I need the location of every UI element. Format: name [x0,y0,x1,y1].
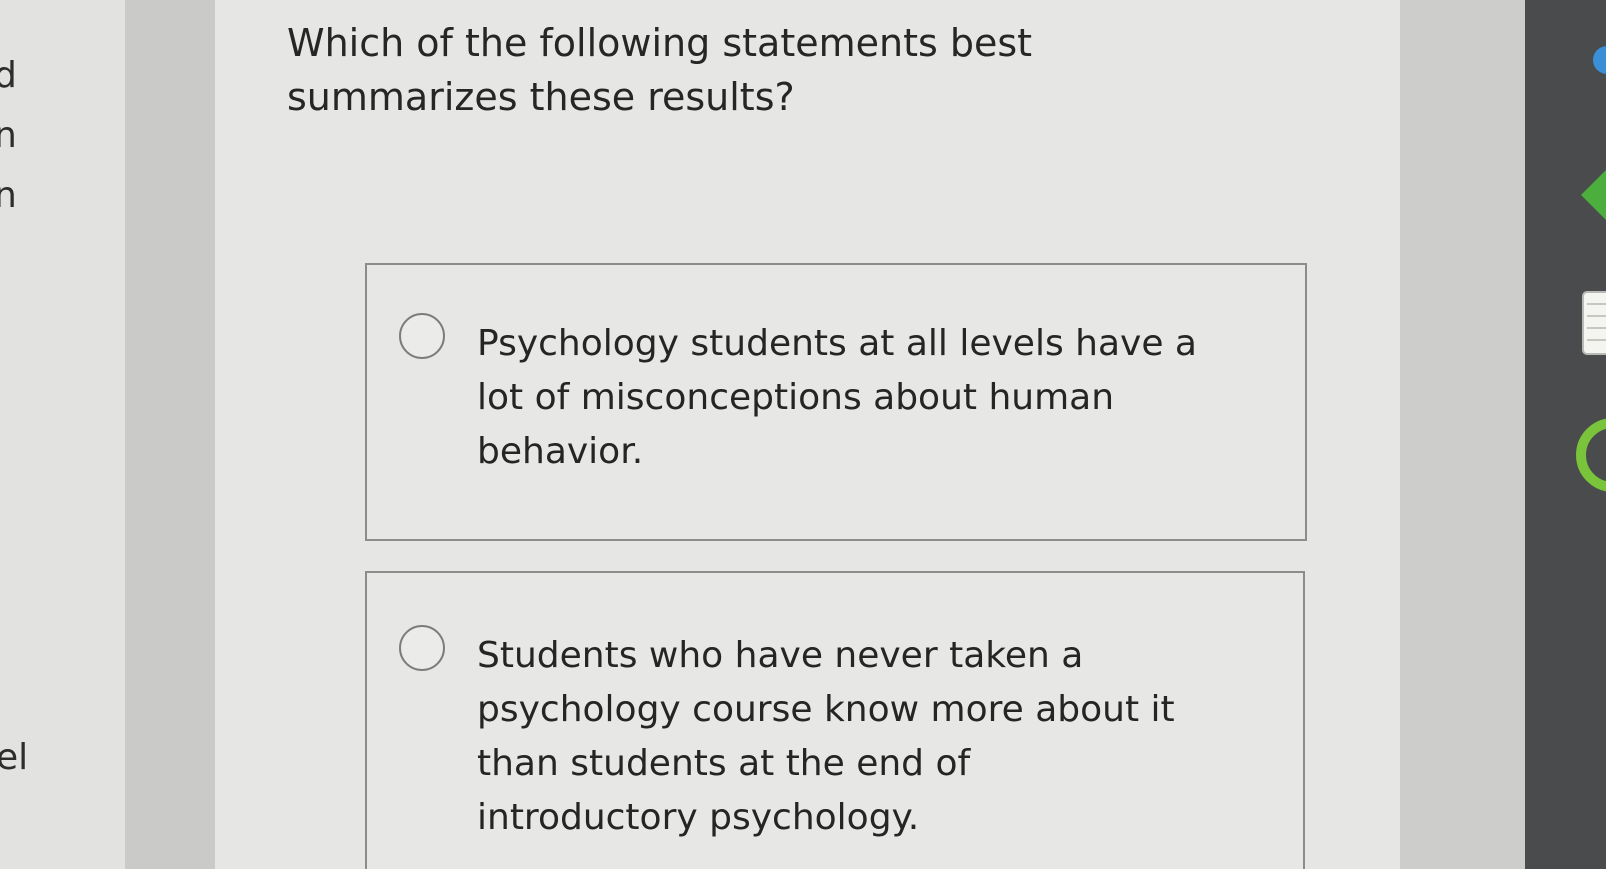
left-gutter [125,0,215,869]
sidebar-text-fragment: el [0,737,29,778]
sidebar-text-fragment: d [0,55,17,96]
notes-icon[interactable] [1579,290,1606,356]
answer-option-label: Students who have never taken a psycholo… [477,635,1175,838]
taskbar [1525,0,1606,869]
question-text: Which of the following statements best s… [287,21,1033,119]
answer-option-b[interactable]: Students who have never taken a psycholo… [365,571,1305,869]
radio-button[interactable] [399,313,445,359]
answer-option-label: Psychology students at all levels have a… [477,323,1197,472]
answer-option-a[interactable]: Psychology students at all levels have a… [365,263,1307,541]
app-icon-blue[interactable] [1585,40,1606,80]
sidebar-text-fragment: n [0,115,17,156]
radio-button[interactable] [399,625,445,671]
right-gutter [1400,0,1525,869]
app-icon-green-ring[interactable] [1575,415,1606,495]
app-icon-green[interactable] [1581,165,1606,225]
screen: d n n el Which of the following statemen… [0,0,1606,869]
left-sidebar: d n n el [0,0,125,869]
sidebar-text-fragment: n [0,175,17,216]
